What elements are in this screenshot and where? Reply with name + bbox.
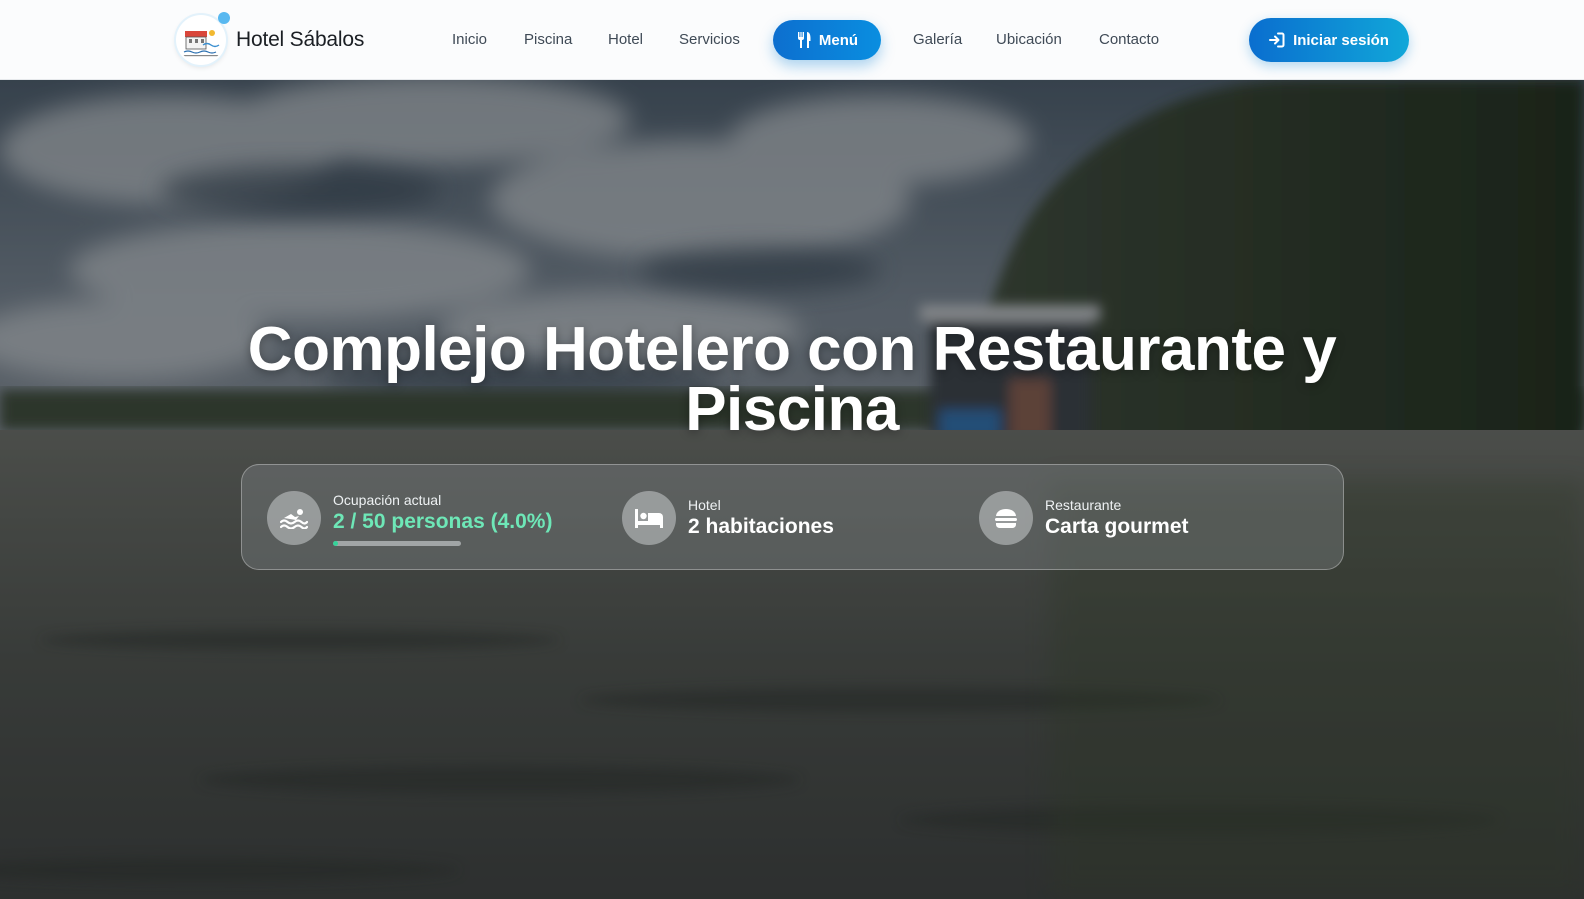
hero-section: Complejo Hotelero con Restaurante y Pisc… bbox=[0, 80, 1584, 899]
stat-occupancy: Ocupación actual 2 / 50 personas (4.0%) bbox=[267, 489, 552, 547]
stat-restaurant-value: Carta gourmet bbox=[1045, 515, 1189, 538]
stat-hotel: Hotel 2 habitaciones bbox=[622, 489, 834, 547]
nav-link-piscina[interactable]: Piscina bbox=[524, 29, 572, 51]
stats-card: Ocupación actual 2 / 50 personas (4.0%) bbox=[241, 464, 1344, 570]
stat-occupancy-value: 2 / 50 personas (4.0%) bbox=[333, 509, 553, 533]
hero-title: Complejo Hotelero con Restaurante y Pisc… bbox=[150, 319, 1434, 441]
menu-button[interactable]: Menú bbox=[773, 20, 881, 60]
stat-restaurant-label: Restaurante bbox=[1045, 497, 1122, 513]
nav-link-ubicacion[interactable]: Ubicación bbox=[996, 29, 1062, 51]
stat-hotel-text: Hotel 2 habitaciones bbox=[688, 496, 834, 540]
bed-icon bbox=[622, 491, 676, 545]
stat-hotel-value: 2 habitaciones bbox=[688, 515, 834, 538]
nav-link-galeria[interactable]: Galería bbox=[913, 29, 962, 51]
nav-link-inicio[interactable]: Inicio bbox=[452, 29, 487, 51]
hero-title-line-2: Piscina bbox=[685, 375, 899, 444]
stat-hotel-label: Hotel bbox=[688, 497, 721, 513]
stat-occupancy-text: Ocupación actual 2 / 50 personas (4.0%) bbox=[333, 491, 552, 546]
login-button[interactable]: Iniciar sesión bbox=[1249, 18, 1409, 62]
utensils-icon bbox=[797, 32, 811, 48]
occupancy-progress-fill bbox=[333, 540, 339, 546]
sign-in-icon bbox=[1269, 32, 1285, 48]
stat-occupancy-label: Ocupación actual bbox=[333, 491, 442, 508]
nav-link-hotel[interactable]: Hotel bbox=[608, 29, 643, 51]
swimmer-icon bbox=[267, 491, 321, 545]
login-button-label: Iniciar sesión bbox=[1293, 31, 1389, 49]
menu-button-label: Menú bbox=[818, 31, 859, 49]
nav-link-servicios[interactable]: Servicios bbox=[679, 29, 740, 51]
occupancy-progress-bar bbox=[333, 540, 461, 546]
nav-link-contacto[interactable]: Contacto bbox=[1099, 29, 1159, 51]
top-navbar: Hotel Sábalos Inicio Piscina Hotel Servi… bbox=[0, 0, 1584, 80]
stat-restaurant-text: Restaurante Carta gourmet bbox=[1045, 496, 1189, 540]
stat-restaurant: Restaurante Carta gourmet bbox=[979, 489, 1189, 547]
hero-title-line-1: Complejo Hotelero con Restaurante y bbox=[247, 315, 1337, 384]
burger-icon bbox=[979, 491, 1033, 545]
